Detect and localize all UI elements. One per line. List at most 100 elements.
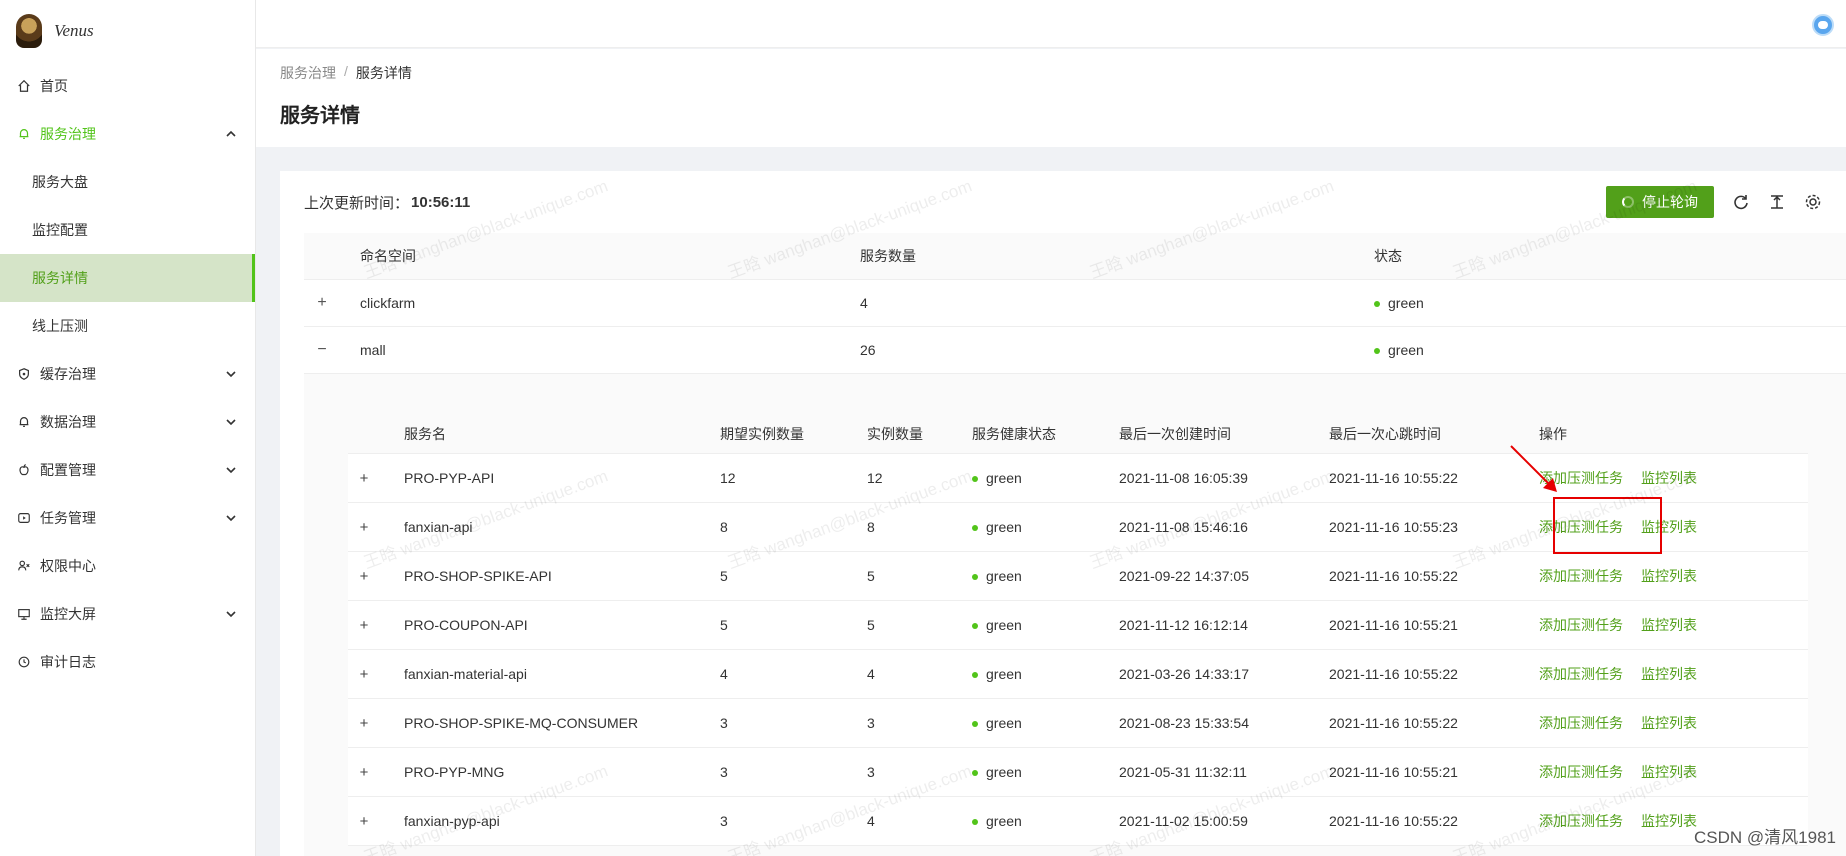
table-row: + PRO-PYP-MNG 3 3 green 2021-05-31 11:32:11 20… bbox=[348, 748, 1808, 797]
health-text: green bbox=[986, 715, 1022, 731]
annotation-arrow-icon bbox=[1510, 445, 1557, 492]
instances-cell: 5 bbox=[867, 617, 875, 633]
instances-cell: 5 bbox=[867, 568, 875, 584]
sidebar-subitem-service-detail[interactable]: 服务详情 bbox=[0, 254, 255, 302]
health-text: green bbox=[986, 617, 1022, 633]
sidebar-item-task-management[interactable]: 任务管理 bbox=[0, 494, 255, 542]
sidebar-item-label: 审计日志 bbox=[40, 654, 96, 670]
actions-cell: 添加压测任务 监控列表 bbox=[1539, 566, 1808, 586]
service-name-cell: fanxian-pyp-api bbox=[404, 813, 500, 829]
monitor-list-link[interactable]: 监控列表 bbox=[1641, 664, 1697, 684]
actions-cell: 添加压测任务 监控列表 bbox=[1539, 762, 1808, 782]
created-time-cell: 2021-11-08 15:46:16 bbox=[1119, 519, 1248, 535]
collapse-row-icon[interactable]: − bbox=[304, 341, 340, 359]
service-name-cell: fanxian-api bbox=[404, 519, 473, 535]
sidebar-item-service-governance[interactable]: 服务治理 bbox=[0, 110, 255, 158]
refresh-icon[interactable] bbox=[1732, 193, 1750, 211]
sidebar-menu: 首页 服务治理 服务大盘 监控配置 服务详情 线上压测 缓存治理 数据治理 配置… bbox=[0, 62, 255, 686]
expand-row-icon[interactable]: + bbox=[348, 617, 380, 634]
top-bar bbox=[256, 0, 1846, 48]
add-stress-task-link[interactable]: 添加压测任务 bbox=[1539, 566, 1623, 586]
expand-row-icon[interactable]: + bbox=[348, 568, 380, 585]
sidebar-item-label: 数据治理 bbox=[40, 414, 96, 430]
page-header: 服务治理 / 服务详情 服务详情 bbox=[256, 49, 1846, 147]
status-dot-icon bbox=[972, 819, 978, 826]
sidebar-item-label: 任务管理 bbox=[40, 510, 96, 526]
status-dot-icon bbox=[972, 623, 978, 630]
health-text: green bbox=[986, 519, 1022, 535]
sidebar-item-label: 缓存治理 bbox=[40, 366, 96, 382]
loading-spinner-icon bbox=[1622, 196, 1634, 208]
expand-row-icon[interactable]: + bbox=[348, 715, 380, 732]
play-icon bbox=[16, 510, 32, 526]
service-name-cell: fanxian-material-api bbox=[404, 666, 527, 682]
add-stress-task-link[interactable]: 添加压测任务 bbox=[1539, 664, 1623, 684]
sidebar-item-config-management[interactable]: 配置管理 bbox=[0, 446, 255, 494]
status-dot-icon bbox=[972, 525, 978, 532]
expand-row-icon[interactable]: + bbox=[348, 470, 380, 487]
stop-polling-button[interactable]: 停止轮询 bbox=[1606, 186, 1714, 218]
chevron-down-icon bbox=[225, 416, 237, 428]
card-toolbar: 上次更新时间： 10:56:11 停止轮询 bbox=[280, 171, 1846, 233]
expand-row-icon[interactable]: + bbox=[304, 294, 340, 312]
health-cell: green bbox=[972, 568, 1119, 584]
sidebar-item-home[interactable]: 首页 bbox=[0, 62, 255, 110]
column-header-expected-instances: 期望实例数量 bbox=[720, 425, 804, 442]
table-row: + PRO-PYP-API 12 12 green 2021-11-08 16:05:39… bbox=[348, 454, 1808, 503]
add-stress-task-link[interactable]: 添加压测任务 bbox=[1539, 762, 1623, 782]
add-stress-task-link[interactable]: 添加压测任务 bbox=[1539, 615, 1623, 635]
instances-cell: 3 bbox=[867, 715, 875, 731]
status-dot-icon bbox=[972, 721, 978, 728]
logo[interactable]: Venus bbox=[0, 0, 255, 62]
csdn-credit: CSDN @清风1981 bbox=[1694, 828, 1836, 847]
monitor-list-link[interactable]: 监控列表 bbox=[1641, 615, 1697, 635]
breadcrumb-parent-link[interactable]: 服务治理 bbox=[280, 63, 336, 83]
service-name-cell: PRO-SHOP-SPIKE-API bbox=[404, 568, 552, 584]
add-stress-task-link[interactable]: 添加压测任务 bbox=[1539, 713, 1623, 733]
sidebar-item-permission-center[interactable]: 权限中心 bbox=[0, 542, 255, 590]
status-dot-icon bbox=[972, 770, 978, 777]
sidebar-subitem-monitor-config[interactable]: 监控配置 bbox=[0, 206, 255, 254]
page-title: 服务详情 bbox=[280, 105, 360, 127]
sidebar-subitem-online-stress-test[interactable]: 线上压测 bbox=[0, 302, 255, 350]
users-icon bbox=[16, 558, 32, 574]
status-dot-icon bbox=[1374, 301, 1380, 308]
venus-logo-icon bbox=[16, 14, 42, 48]
clock-icon bbox=[16, 654, 32, 670]
monitor-list-link[interactable]: 监控列表 bbox=[1641, 811, 1697, 831]
health-cell: green bbox=[972, 666, 1119, 682]
column-header-created: 最后一次创建时间 bbox=[1119, 425, 1231, 442]
sidebar-item-label: 首页 bbox=[40, 78, 68, 94]
sidebar-item-cache-governance[interactable]: 缓存治理 bbox=[0, 350, 255, 398]
density-icon[interactable] bbox=[1768, 193, 1786, 211]
add-stress-task-link[interactable]: 添加压测任务 bbox=[1539, 811, 1623, 831]
avatar[interactable] bbox=[1812, 14, 1834, 36]
bell-icon bbox=[16, 414, 32, 430]
monitor-list-link[interactable]: 监控列表 bbox=[1641, 762, 1697, 782]
monitor-list-link[interactable]: 监控列表 bbox=[1641, 468, 1697, 488]
chevron-up-icon bbox=[225, 128, 237, 140]
monitor-list-link[interactable]: 监控列表 bbox=[1641, 566, 1697, 586]
instances-cell: 4 bbox=[867, 813, 875, 829]
breadcrumb-current: 服务详情 bbox=[355, 65, 412, 81]
breadcrumb: 服务治理 / 服务详情 bbox=[280, 63, 1822, 83]
sidebar-item-data-governance[interactable]: 数据治理 bbox=[0, 398, 255, 446]
sidebar-subitem-service-dashboard[interactable]: 服务大盘 bbox=[0, 158, 255, 206]
expand-row-icon[interactable]: + bbox=[348, 519, 380, 536]
expected-instances-cell: 12 bbox=[720, 470, 736, 486]
table-row: + PRO-COUPON-API 5 5 green 2021-11-12 16:12:1… bbox=[348, 601, 1808, 650]
sidebar-item-label: 权限中心 bbox=[40, 558, 96, 574]
sidebar-item-audit-log[interactable]: 审计日志 bbox=[0, 638, 255, 686]
status-cell: green bbox=[1374, 295, 1846, 311]
sidebar-item-monitor-screen[interactable]: 监控大屏 bbox=[0, 590, 255, 638]
expand-row-icon[interactable]: + bbox=[348, 813, 380, 830]
service-name-cell: PRO-PYP-MNG bbox=[404, 764, 505, 780]
expected-instances-cell: 4 bbox=[720, 666, 728, 682]
expand-row-icon[interactable]: + bbox=[348, 666, 380, 683]
highlight-box bbox=[1553, 497, 1662, 554]
monitor-icon bbox=[16, 606, 32, 622]
expand-row-icon[interactable]: + bbox=[348, 764, 380, 781]
shield-icon bbox=[16, 366, 32, 382]
monitor-list-link[interactable]: 监控列表 bbox=[1641, 713, 1697, 733]
gear-icon[interactable] bbox=[1804, 193, 1822, 211]
